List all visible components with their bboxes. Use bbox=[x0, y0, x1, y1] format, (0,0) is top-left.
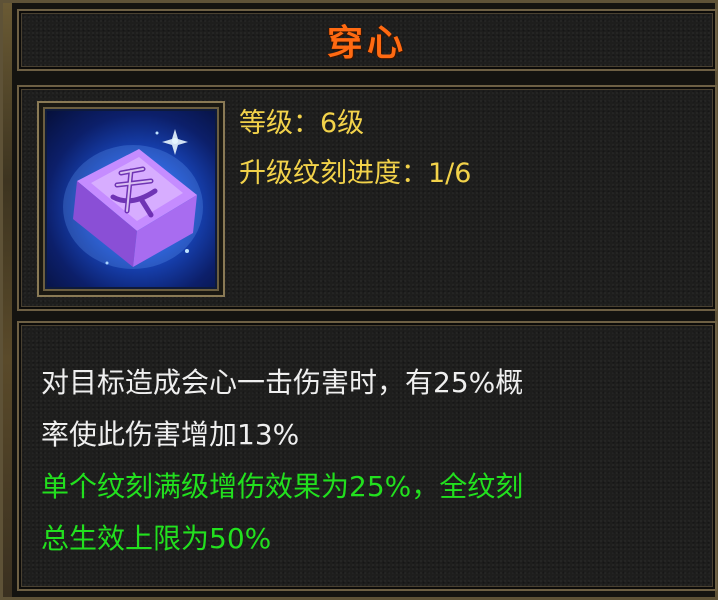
rune-crystal-icon bbox=[47, 111, 215, 287]
skill-icon-frame bbox=[37, 101, 225, 297]
bonus-line: 总生效上限为50% bbox=[41, 522, 272, 555]
level-text: 等级：6级 bbox=[239, 108, 365, 139]
description-line: 对目标造成会心一击伤害时，有25%概 bbox=[41, 366, 524, 399]
title-panel: 穿心 bbox=[17, 9, 717, 71]
bonus-line: 单个纹刻满级增伤效果为25%，全纹刻 bbox=[41, 470, 524, 503]
engrave-progress-text: 升级纹刻进度：1/6 bbox=[239, 158, 472, 189]
description-panel: 对目标造成会心一击伤害时，有25%概 率使此伤害增加13% 单个纹刻满级增伤效果… bbox=[17, 321, 717, 591]
skill-title: 穿心 bbox=[326, 22, 407, 64]
rune-crystal-icon-graphic bbox=[63, 129, 203, 269]
info-panel: 等级：6级 升级纹刻进度：1/6 bbox=[17, 85, 717, 311]
description-line: 率使此伤害增加13% bbox=[41, 418, 300, 451]
background-edge bbox=[3, 3, 12, 597]
tooltip-window: 穿心 等级：6级 升级纹刻进度：1/6 对目标造成会心一击伤害时，有25%概 率… bbox=[0, 0, 718, 600]
